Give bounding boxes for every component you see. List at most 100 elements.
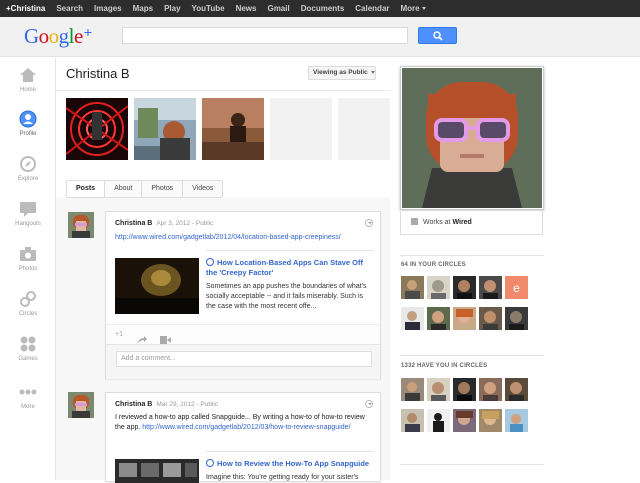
post-author[interactable]: Christina B — [115, 220, 152, 227]
circle-avatar[interactable] — [453, 378, 476, 401]
circle-avatar[interactable] — [479, 409, 502, 432]
photo-strip-item[interactable] — [134, 98, 196, 160]
circle-avatar[interactable] — [427, 409, 450, 432]
in-your-circles-title[interactable]: 64 IN YOUR CIRCLES — [401, 262, 466, 268]
circle-avatar[interactable] — [427, 378, 450, 401]
comment-area: Add a comment... — [106, 344, 380, 379]
nav-item-more[interactable]: More — [0, 383, 56, 410]
works-at-label: Works at — [423, 219, 451, 226]
nav-item-circles[interactable]: Circles — [0, 290, 56, 317]
avatar[interactable] — [68, 392, 94, 418]
tab-posts[interactable]: Posts — [67, 181, 106, 197]
topbar-more-label: More — [400, 4, 420, 13]
attachment-title-text: How to Review the How-To App Snapguide — [217, 459, 370, 468]
circle-avatar[interactable] — [505, 378, 528, 401]
post-link[interactable]: http://www.wired.com/gadgetlab/2012/03/h… — [142, 424, 350, 431]
circle-avatar[interactable] — [453, 307, 476, 330]
attachment-title[interactable]: How Location-Based Apps Can Stave Off th… — [206, 258, 374, 278]
attachment-thumbnail[interactable] — [115, 258, 199, 314]
attachment-title-text: How Location-Based Apps Can Stave Off th… — [206, 258, 363, 277]
left-nav: Home Profile Explore Hangouts Photos Cir… — [0, 58, 56, 480]
plus-one-button[interactable]: +1 — [115, 331, 123, 338]
nav-item-hangouts[interactable]: Hangouts — [0, 200, 56, 227]
google-plus-logo[interactable]: Google+ — [24, 24, 92, 49]
search-icon — [433, 31, 443, 41]
photo-strip-item[interactable] — [66, 98, 128, 160]
post-link[interactable]: http://www.wired.com/gadgetlab/2012/04/l… — [115, 234, 341, 241]
search-input[interactable] — [122, 27, 408, 44]
circle-avatar[interactable] — [479, 378, 502, 401]
nav-item-photos[interactable]: Photos — [0, 245, 56, 272]
attachment-divider — [206, 451, 374, 452]
home-icon — [19, 66, 37, 84]
section-divider — [400, 355, 544, 356]
post-menu-button[interactable] — [365, 400, 373, 408]
nav-item-explore[interactable]: Explore — [0, 155, 56, 182]
link-icon — [206, 258, 214, 266]
nav-label-home: Home — [19, 87, 36, 93]
nav-item-home[interactable]: Home — [0, 66, 56, 93]
works-at: Works at Wired — [400, 211, 543, 235]
nav-label-more: More — [21, 404, 35, 410]
profile-photo[interactable] — [400, 66, 544, 210]
circle-avatar[interactable] — [453, 276, 476, 299]
nav-item-games[interactable]: Games — [0, 335, 56, 362]
have-you-in-circles-title[interactable]: 1332 HAVE YOU IN CIRCLES — [401, 363, 487, 369]
circle-avatar[interactable] — [505, 409, 528, 432]
circles-icon — [19, 290, 37, 308]
circle-avatar[interactable] — [401, 409, 424, 432]
viewing-as-dropdown[interactable]: Viewing as Public — [308, 66, 376, 80]
circle-avatar[interactable] — [427, 307, 450, 330]
circle-avatar[interactable] — [479, 307, 502, 330]
topbar-link-youtube[interactable]: YouTube — [192, 4, 225, 13]
more-dots-icon — [19, 383, 37, 401]
profile-tabs: Posts About Photos Videos — [66, 180, 224, 198]
search-button[interactable] — [418, 27, 457, 44]
circle-avatar[interactable] — [401, 378, 424, 401]
topbar-link-calendar[interactable]: Calendar — [355, 4, 389, 13]
explore-icon — [19, 155, 37, 173]
circle-avatar[interactable]: e — [505, 276, 528, 299]
topbar-link-maps[interactable]: Maps — [133, 4, 153, 13]
topbar-link-search[interactable]: Search — [56, 4, 83, 13]
post-header: Christina B Apr 3, 2012 - Public — [115, 220, 213, 227]
chevron-down-icon — [421, 7, 426, 11]
topbar-link-documents[interactable]: Documents — [301, 4, 345, 13]
attachment-divider — [206, 250, 374, 251]
tab-videos[interactable]: Videos — [183, 181, 222, 197]
circle-avatar[interactable] — [453, 409, 476, 432]
circle-avatar[interactable] — [427, 276, 450, 299]
avatar[interactable] — [68, 212, 94, 238]
profile-name: Christina B — [66, 66, 130, 81]
svg-text:e: e — [513, 281, 520, 295]
post-text: I reviewed a how-to app called Snapguide… — [115, 413, 373, 433]
circle-avatar[interactable] — [401, 276, 424, 299]
nav-label-games: Games — [18, 356, 38, 362]
post-menu-button[interactable] — [365, 219, 373, 227]
comment-input[interactable]: Add a comment... — [116, 351, 372, 367]
topbar-link-images[interactable]: Images — [94, 4, 122, 13]
post-author[interactable]: Christina B — [115, 401, 152, 408]
building-icon — [411, 218, 418, 225]
link-icon — [206, 459, 214, 467]
topbar-link-profile[interactable]: +Christina — [6, 4, 45, 13]
topbar-link-play[interactable]: Play — [164, 4, 180, 13]
topbar-link-gmail[interactable]: Gmail — [267, 4, 289, 13]
photo-strip-item[interactable] — [202, 98, 264, 160]
topbar-link-more[interactable]: More — [401, 4, 426, 13]
header-divider — [56, 90, 390, 91]
post-header: Christina B Mar 29, 2012 - Public — [115, 401, 218, 408]
circle-avatar[interactable] — [479, 276, 502, 299]
tab-about[interactable]: About — [105, 181, 143, 197]
games-icon — [19, 335, 37, 353]
attachment-thumbnail[interactable] — [115, 459, 199, 483]
attachment-title[interactable]: How to Review the How-To App Snapguide — [206, 459, 374, 469]
circle-avatar[interactable] — [401, 307, 424, 330]
nav-item-profile[interactable]: Profile — [0, 110, 56, 137]
nav-label-circles: Circles — [18, 311, 38, 317]
topbar-link-news[interactable]: News — [236, 4, 257, 13]
circle-avatar[interactable] — [505, 307, 528, 330]
tab-photos[interactable]: Photos — [142, 181, 184, 197]
post-card: Christina B Mar 29, 2012 - Public I revie… — [105, 392, 381, 483]
works-at-company[interactable]: Wired — [452, 219, 471, 226]
